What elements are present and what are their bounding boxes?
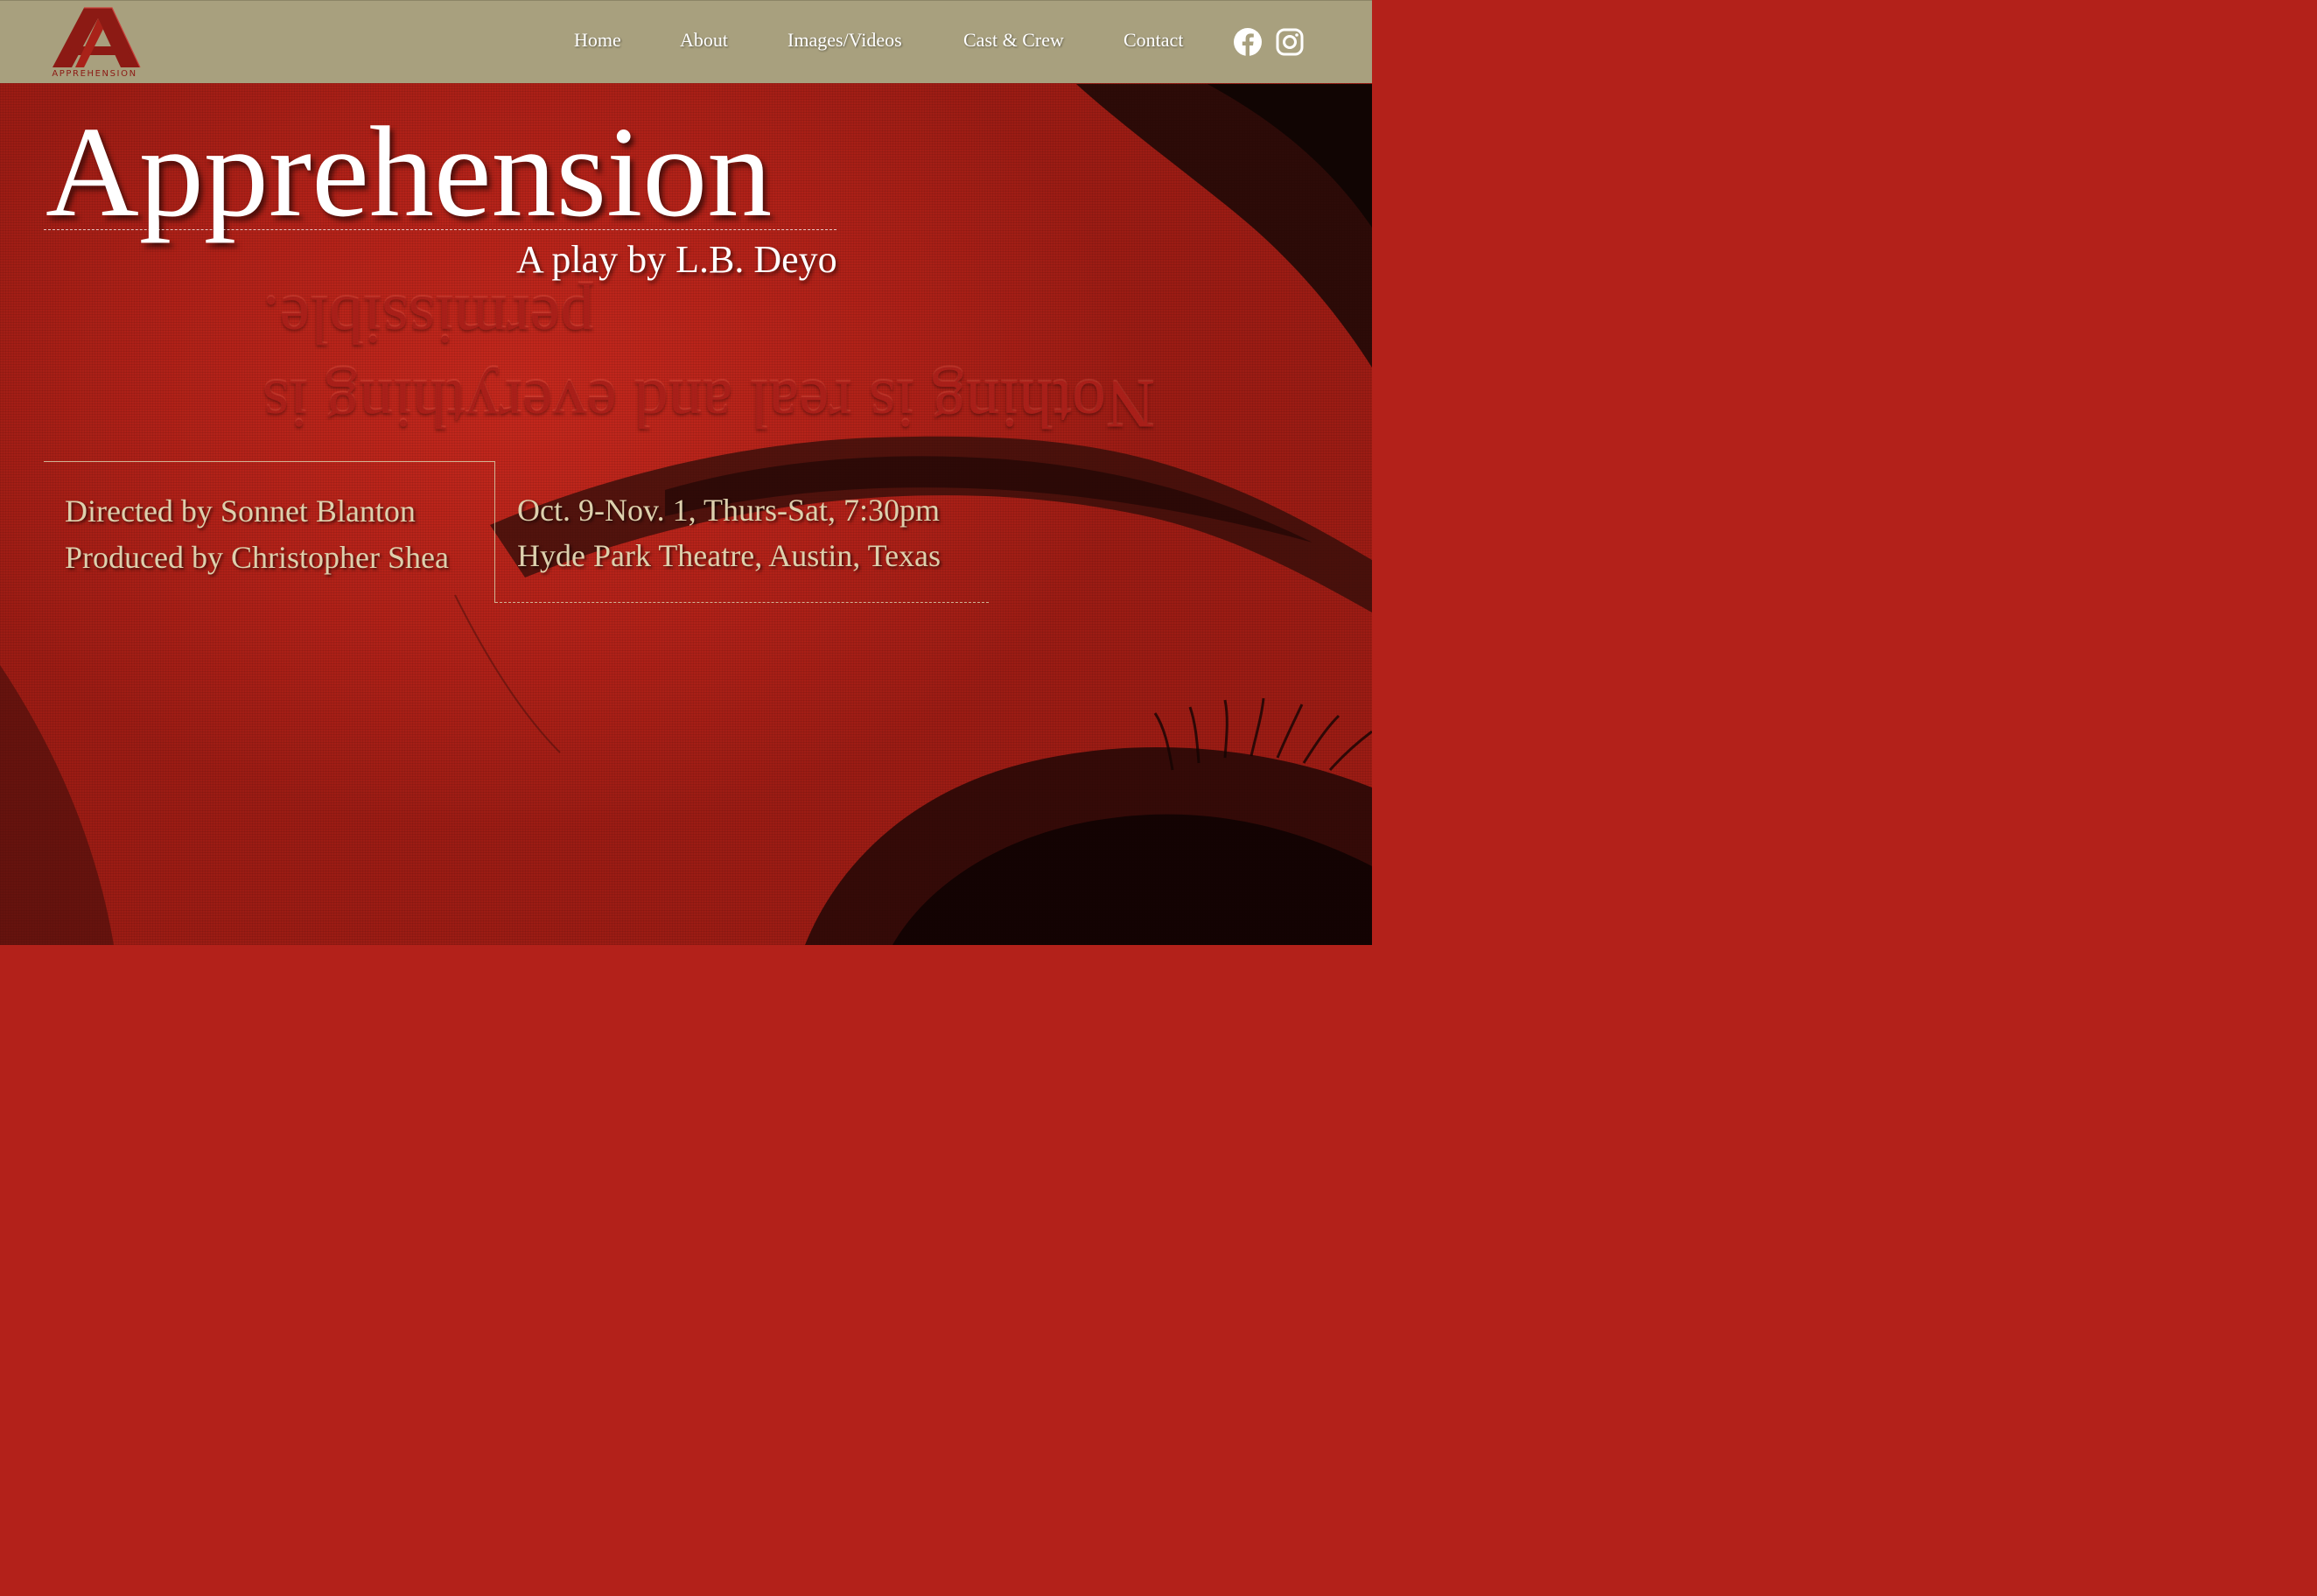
facebook-icon [1234, 28, 1262, 56]
nav-images-videos[interactable]: Images/Videos [788, 29, 902, 52]
logo-a-icon [52, 7, 141, 68]
venue: Hyde Park Theatre, Austin, Texas [517, 538, 942, 573]
nav-contact[interactable]: Contact [1124, 29, 1183, 52]
inverted-tagline: Nothing is real and everything is permis… [262, 278, 1304, 446]
credits-frame [44, 461, 495, 603]
details-divider [495, 602, 989, 603]
instagram-icon [1276, 28, 1304, 56]
tagline-line-1: Nothing is real and everything is [262, 367, 1156, 443]
nav-about[interactable]: About [680, 29, 728, 52]
show-dates: Oct. 9-Nov. 1, Thurs-Sat, 7:30pm [517, 493, 940, 528]
nav-home[interactable]: Home [574, 29, 621, 52]
instagram-link[interactable] [1275, 27, 1305, 57]
tagline-line-2: permissible. [262, 283, 595, 359]
title-divider [44, 229, 836, 230]
director-credit: Directed by Sonnet Blanton [65, 494, 416, 528]
producer-credit: Produced by Christopher Shea [65, 540, 449, 575]
facebook-link[interactable] [1233, 27, 1263, 57]
nav-cast-crew[interactable]: Cast & Crew [963, 29, 1064, 52]
logo[interactable]: APPREHENSION [46, 6, 144, 80]
page-title: Apprehension [46, 101, 773, 244]
logo-wordmark: APPREHENSION [52, 69, 137, 79]
site-header: APPREHENSION Home About Images/Videos Ca… [0, 0, 1372, 83]
page-subtitle: A play by L.B. Deyo [516, 238, 837, 281]
